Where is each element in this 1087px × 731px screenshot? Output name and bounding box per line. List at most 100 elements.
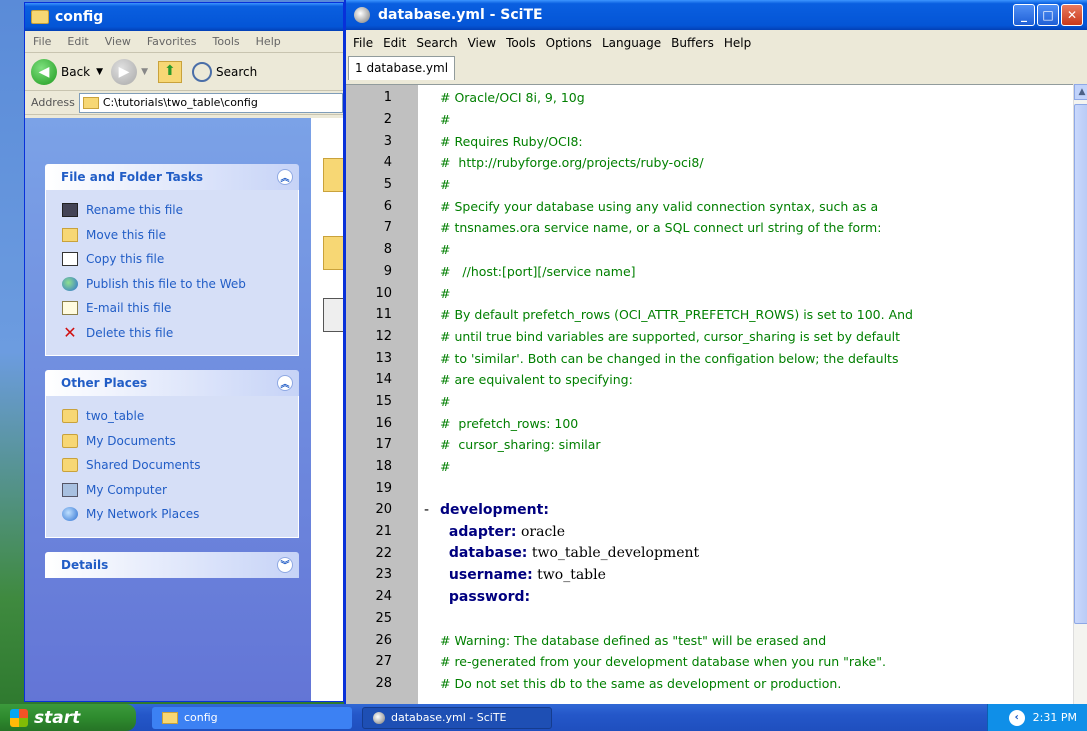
scrollbar-thumb[interactable]: [1074, 104, 1087, 624]
menu-view[interactable]: View: [463, 36, 501, 50]
code-line[interactable]: 26 # Warning: The database defined as "te…: [346, 629, 1073, 651]
tab-database-yml[interactable]: 1 database.yml: [348, 56, 456, 80]
place-my-computer[interactable]: My Computer: [62, 478, 288, 503]
comment-text: # tnsnames.ora service name, or a SQL co…: [440, 220, 882, 236]
code-editor[interactable]: 1 # Oracle/OCI 8i, 9, 10g 2 #3 # Requires Ru…: [346, 84, 1073, 704]
code-line[interactable]: 22 database: two_table_development: [346, 542, 1073, 564]
start-label: start: [34, 707, 81, 728]
comment-text: # to 'similar'. Both can be changed in t…: [440, 350, 899, 366]
task-rename-file[interactable]: Rename this file: [62, 198, 288, 223]
details-header[interactable]: Details ︾: [45, 551, 299, 578]
folder-up-button[interactable]: [157, 60, 182, 83]
menu-tools[interactable]: Tools: [501, 36, 541, 50]
line-number: 14: [375, 372, 392, 388]
explorer-titlebar[interactable]: config: [25, 3, 343, 31]
fold-toggle-icon[interactable]: -: [424, 502, 429, 518]
code-line[interactable]: 17 # cursor_sharing: similar: [346, 434, 1073, 456]
code-line[interactable]: 11 # By default prefetch_rows (OCI_ATTR_P…: [346, 304, 1073, 326]
task-delete-file[interactable]: ✕ Delete this file: [62, 321, 288, 346]
menu-edit[interactable]: Edit: [378, 36, 411, 50]
menu-edit[interactable]: Edit: [59, 35, 96, 48]
minimize-button[interactable]: _: [1013, 4, 1035, 26]
code-line[interactable]: 13 # to 'similar'. Both can be changed in…: [346, 347, 1073, 369]
line-number: 11: [375, 307, 392, 323]
code-line[interactable]: 21 adapter: oracle: [346, 521, 1073, 543]
comment-text: # http://rubyforge.org/projects/ruby-oci…: [440, 155, 704, 171]
code-line[interactable]: 4 # http://rubyforge.org/projects/ruby-oc…: [346, 152, 1073, 174]
line-number: 2: [383, 112, 392, 128]
search-button[interactable]: Search: [216, 65, 257, 79]
collapse-icon[interactable]: ︽: [277, 169, 293, 185]
collapse-icon[interactable]: ︽: [277, 375, 293, 391]
code-line[interactable]: 25: [346, 608, 1073, 630]
line-number: 1: [383, 90, 392, 106]
menu-file[interactable]: File: [348, 36, 378, 50]
code-line[interactable]: 8 #: [346, 239, 1073, 261]
close-button[interactable]: ✕: [1061, 4, 1083, 26]
code-line[interactable]: 23 username: two_table: [346, 564, 1073, 586]
place-shared-documents[interactable]: Shared Documents: [62, 453, 288, 478]
code-line[interactable]: 3 # Requires Ruby/OCI8:: [346, 130, 1073, 152]
back-button[interactable]: ◀ Back ▼: [31, 58, 103, 85]
file-folder-tasks-header[interactable]: File and Folder Tasks ︽: [45, 164, 299, 190]
maximize-button[interactable]: □: [1037, 4, 1059, 26]
code-line[interactable]: 16 # prefetch_rows: 100: [346, 412, 1073, 434]
code-line[interactable]: 14 # are equivalent to specifying:: [346, 369, 1073, 391]
code-line[interactable]: 19: [346, 477, 1073, 499]
menu-favorites[interactable]: Favorites: [139, 35, 205, 48]
code-line[interactable]: 27 # re-generated from your development d…: [346, 651, 1073, 673]
start-button[interactable]: start: [0, 704, 136, 731]
code-line[interactable]: 12 # until true bind variables are suppor…: [346, 326, 1073, 348]
code-line[interactable]: 20 - development:: [346, 499, 1073, 521]
folder-icon[interactable]: [323, 158, 343, 192]
comment-text: # Specify your database using any valid …: [440, 198, 879, 214]
chevron-down-icon[interactable]: ▼: [141, 67, 148, 77]
place-two-table[interactable]: two_table: [62, 404, 288, 429]
code-line[interactable]: 15 #: [346, 391, 1073, 413]
scite-titlebar[interactable]: database.yml - SciTE _ □ ✕: [346, 0, 1087, 30]
menu-file[interactable]: File: [25, 35, 59, 48]
line-number: 22: [375, 545, 392, 561]
forward-button[interactable]: ▶: [111, 58, 138, 85]
code-line[interactable]: 10 #: [346, 282, 1073, 304]
place-my-documents[interactable]: My Documents: [62, 429, 288, 454]
code-line[interactable]: 28 # Do not set this db to the same as de…: [346, 673, 1073, 695]
file-icon[interactable]: [323, 298, 343, 332]
other-places-header[interactable]: Other Places ︽: [45, 370, 299, 396]
comment-text: # cursor_sharing: similar: [440, 437, 601, 453]
code-line[interactable]: 24 password:: [346, 586, 1073, 608]
task-move-file[interactable]: Move this file: [62, 223, 288, 248]
menu-language[interactable]: Language: [597, 36, 666, 50]
task-copy-file[interactable]: Copy this file: [62, 247, 288, 272]
chevron-down-icon[interactable]: ▼: [96, 67, 103, 77]
yaml-value: two_table_development: [527, 545, 700, 562]
menu-view[interactable]: View: [97, 35, 139, 48]
comment-text: # Warning: The database defined as "test…: [440, 632, 827, 648]
expand-icon[interactable]: ︾: [277, 556, 293, 573]
task-publish-web[interactable]: Publish this file to the Web: [62, 272, 288, 297]
code-line[interactable]: 7 # tnsnames.ora service name, or a SQL c…: [346, 217, 1073, 239]
folder-icon[interactable]: [323, 236, 343, 270]
vertical-scrollbar[interactable]: ▲: [1073, 84, 1087, 704]
scroll-up-icon[interactable]: ▲: [1074, 84, 1087, 100]
tray-arrow-icon[interactable]: ‹: [1008, 709, 1025, 726]
menu-buffers[interactable]: Buffers: [666, 36, 719, 50]
menu-help[interactable]: Help: [248, 35, 289, 48]
menu-options[interactable]: Options: [541, 36, 597, 50]
menu-help[interactable]: Help: [719, 36, 756, 50]
place-my-network[interactable]: My Network Places: [62, 502, 288, 527]
comment-text: # prefetch_rows: 100: [440, 415, 579, 431]
menu-search[interactable]: Search: [411, 36, 462, 50]
task-label: Copy this file: [86, 252, 165, 267]
code-line[interactable]: 1 # Oracle/OCI 8i, 9, 10g: [346, 87, 1073, 109]
taskbar-item-scite[interactable]: database.yml - SciTE: [362, 706, 552, 729]
code-line[interactable]: 9 # //host:[port][/service name]: [346, 261, 1073, 283]
code-line[interactable]: 5 #: [346, 174, 1073, 196]
code-line[interactable]: 2 #: [346, 109, 1073, 131]
taskbar-item-config[interactable]: config: [152, 706, 352, 729]
address-field[interactable]: C:\tutorials\two_table\config: [78, 92, 343, 113]
menu-tools[interactable]: Tools: [205, 35, 248, 48]
code-line[interactable]: 6 # Specify your database using any valid…: [346, 195, 1073, 217]
task-email-file[interactable]: E-mail this file: [62, 296, 288, 321]
code-line[interactable]: 18 #: [346, 456, 1073, 478]
